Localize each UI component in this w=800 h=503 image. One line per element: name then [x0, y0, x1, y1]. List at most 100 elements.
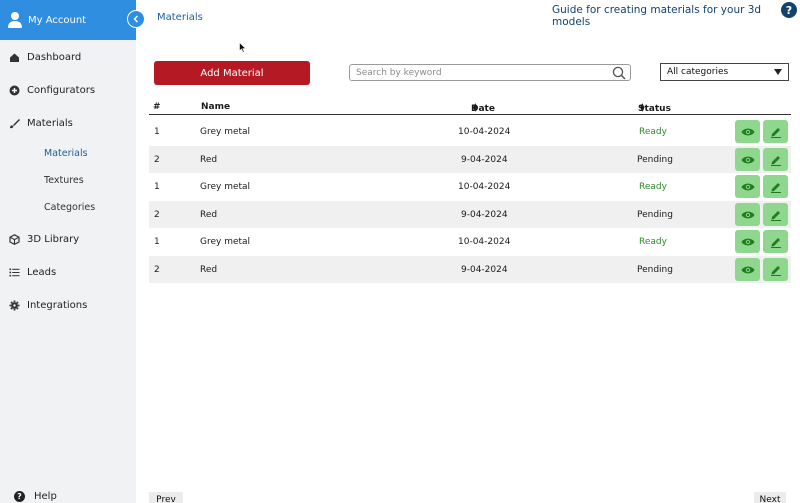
pencil-icon: [770, 210, 781, 221]
list-icon: [9, 267, 20, 278]
row-status: Pending: [637, 155, 673, 165]
eye-icon: [741, 266, 754, 273]
caret-down-icon: [774, 69, 782, 75]
sort-icon: ▲ ▼: [473, 102, 478, 113]
eye-icon: [741, 128, 754, 135]
pencil-icon: [770, 182, 781, 193]
sidebar-item-materials[interactable]: Materials: [0, 113, 136, 133]
pencil-icon: [770, 237, 781, 248]
eye-icon: [741, 238, 754, 245]
row-name: Grey metal: [200, 127, 251, 137]
sidebar-item-label: Configurators: [27, 84, 96, 96]
row-name: Red: [200, 265, 218, 275]
help-label: Help: [34, 491, 57, 502]
table-row: 1 Grey metal 10-04-2024 Ready: [149, 228, 791, 255]
prev-page-button[interactable]: Prev: [149, 492, 183, 503]
row-number: 1: [154, 182, 160, 192]
app-root: My Account Dashboard Configurators Mater…: [0, 0, 800, 503]
row-number: 2: [154, 265, 160, 275]
category-selected-value: All categories: [667, 67, 729, 77]
guide-link[interactable]: Guide for creating materials for your 3d…: [552, 4, 800, 28]
view-button[interactable]: [735, 120, 760, 143]
view-button[interactable]: [735, 203, 760, 226]
row-date: 9-04-2024: [461, 155, 508, 165]
view-button[interactable]: [735, 175, 760, 198]
chevron-left-icon: [133, 15, 138, 23]
eye-icon: [741, 156, 754, 163]
search-icon[interactable]: [612, 66, 626, 80]
row-number: 1: [154, 127, 160, 137]
cube-icon: [9, 233, 20, 245]
pencil-icon: [770, 155, 781, 166]
row-date: 9-04-2024: [461, 265, 508, 275]
search-placeholder: Search by keyword: [356, 67, 442, 78]
row-status: Pending: [637, 210, 673, 220]
sidebar-item-label: Leads: [27, 266, 57, 278]
pencil-icon: [770, 127, 781, 138]
sidebar-subitem-categories[interactable]: Categories: [44, 202, 95, 213]
help-icon-button[interactable]: ?: [781, 2, 797, 18]
sidebar-collapse-button[interactable]: [127, 10, 145, 28]
table-row: 2 Red 9-04-2024 Pending: [149, 256, 791, 283]
eye-icon: [741, 183, 754, 190]
sidebar-item-label: Materials: [27, 117, 73, 129]
table-row: 1 Grey metal 10-04-2024 Ready: [149, 173, 791, 200]
question-icon: ?: [14, 491, 25, 502]
edit-button[interactable]: [763, 203, 788, 226]
table-header: # Name Date ▲ ▼ Status ▲ ▼: [149, 100, 791, 115]
row-status: Ready: [639, 237, 667, 247]
sidebar-item-label: Integrations: [27, 299, 88, 311]
row-date: 10-04-2024: [458, 127, 511, 137]
pencil-icon: [770, 265, 781, 276]
edit-button[interactable]: [763, 120, 788, 143]
edit-button[interactable]: [763, 258, 788, 281]
row-status: Pending: [637, 265, 673, 275]
sidebar-item-configurators[interactable]: Configurators: [0, 80, 136, 100]
table-row: 2 Red 9-04-2024 Pending: [149, 146, 791, 173]
row-name: Grey metal: [200, 237, 251, 247]
row-number: 1: [154, 237, 160, 247]
sidebar-item-label: Dashboard: [27, 51, 82, 63]
plus-circle-icon: [9, 85, 20, 96]
row-name: Red: [200, 155, 218, 165]
brush-icon: [9, 118, 20, 129]
help-link[interactable]: ? Help: [14, 491, 57, 502]
sidebar-item-dashboard[interactable]: Dashboard: [0, 47, 136, 67]
view-button[interactable]: [735, 230, 760, 253]
add-material-button[interactable]: Add Material: [154, 61, 310, 85]
sidebar: My Account Dashboard Configurators Mater…: [0, 0, 136, 503]
edit-button[interactable]: [763, 230, 788, 253]
row-date: 9-04-2024: [461, 210, 508, 220]
sidebar-item-leads[interactable]: Leads: [0, 262, 136, 282]
table-row: 1 Grey metal 10-04-2024 Ready: [149, 118, 791, 145]
column-header-name[interactable]: Name: [201, 102, 230, 112]
column-header-number: #: [153, 102, 161, 112]
row-status: Ready: [639, 182, 667, 192]
category-select[interactable]: All categories: [660, 63, 789, 81]
sidebar-subitem-textures[interactable]: Textures: [44, 175, 84, 186]
row-date: 10-04-2024: [458, 237, 511, 247]
search-input[interactable]: Search by keyword: [349, 64, 631, 81]
sidebar-subitem-materials[interactable]: Materials: [44, 148, 88, 159]
view-button[interactable]: [735, 258, 760, 281]
view-button[interactable]: [735, 148, 760, 171]
mouse-cursor-icon: [239, 42, 247, 53]
user-icon: [8, 12, 22, 28]
eye-icon: [741, 211, 754, 218]
sort-icon: ▲ ▼: [640, 102, 645, 113]
next-page-button[interactable]: Next: [754, 492, 786, 503]
sidebar-item-integrations[interactable]: Integrations: [0, 295, 136, 315]
breadcrumb[interactable]: Materials: [157, 12, 203, 23]
row-date: 10-04-2024: [458, 182, 511, 192]
edit-button[interactable]: [763, 175, 788, 198]
sidebar-item-3d-library[interactable]: 3D Library: [0, 229, 136, 249]
sidebar-item-label: 3D Library: [27, 233, 80, 245]
row-name: Grey metal: [200, 182, 251, 192]
table-row: 2 Red 9-04-2024 Pending: [149, 201, 791, 228]
row-name: Red: [200, 210, 218, 220]
home-icon: [9, 52, 20, 63]
gear-icon: [9, 300, 20, 311]
my-account-button[interactable]: My Account: [0, 0, 136, 40]
edit-button[interactable]: [763, 148, 788, 171]
row-status: Ready: [639, 127, 667, 137]
